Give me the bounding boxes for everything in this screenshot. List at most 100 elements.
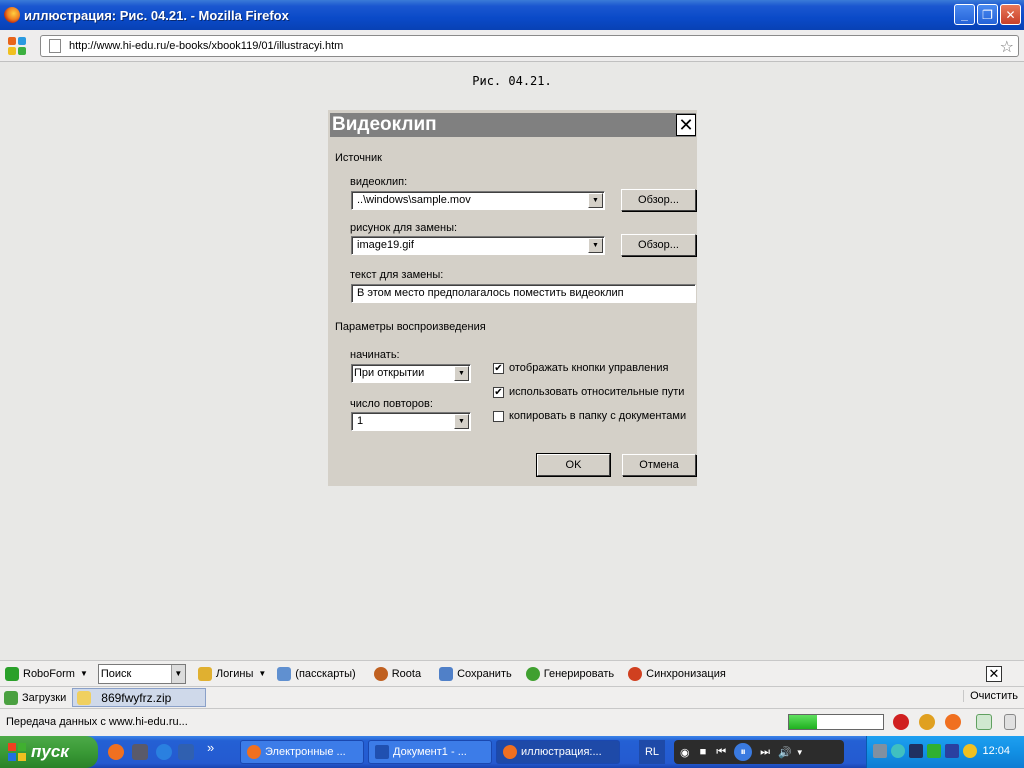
roota-button[interactable]: Roota: [373, 666, 421, 681]
videoclip-combo: ..\windows\sample.mov ▼: [351, 191, 605, 210]
videoclip-dialog-image: Видеоклип ✕ Источник видеоклип: ..\windo…: [328, 110, 697, 486]
app-quicklaunch-icon[interactable]: [132, 744, 148, 760]
repeat-value: 1: [357, 415, 364, 427]
close-toolbar-button[interactable]: ✕: [986, 666, 1002, 682]
generate-label: Генерировать: [543, 667, 615, 680]
passcards-button[interactable]: (пасскарты): [277, 666, 356, 681]
repeat-label: число повторов:: [350, 398, 433, 410]
address-bar[interactable]: http://www.hi-edu.ru/e-books/xbook119/01…: [40, 35, 1019, 57]
search-value[interactable]: Поиск: [101, 668, 131, 680]
start-value: При открытии: [354, 367, 425, 379]
copy-to-docs-label: копировать в папку с документами: [509, 410, 687, 422]
window-titlebar: иллюстрация: Рис. 04.21. - Mozilla Firef…: [0, 0, 1024, 30]
sync-button[interactable]: Синхронизация: [628, 666, 726, 681]
ie-quicklaunch-icon[interactable]: [156, 744, 172, 760]
chevron-down-icon[interactable]: ▼: [170, 664, 185, 683]
adblock-icon[interactable]: [893, 714, 909, 730]
volume-icon[interactable]: 🔊: [778, 746, 792, 759]
quicklaunch-overflow[interactable]: »: [207, 740, 214, 755]
roboform-tray-icon[interactable]: [927, 744, 941, 758]
start-label: пуск: [31, 742, 69, 761]
save-icon: [439, 666, 454, 681]
chevron-down-icon: ▼: [454, 366, 469, 381]
windows-flag-icon: [8, 743, 26, 761]
tray-app-icon[interactable]: [891, 744, 905, 758]
dialog-title-text: Видеоклип: [332, 114, 437, 135]
status-bar: Передача данных с www.hi-edu.ru...: [0, 708, 1024, 736]
firefox-quicklaunch-icon[interactable]: [108, 744, 124, 760]
task-label-0: Электронные ...: [265, 746, 346, 758]
minimize-button[interactable]: _: [954, 4, 975, 25]
pause-icon[interactable]: ⏸: [734, 743, 753, 761]
progress-fill: [789, 715, 818, 729]
downloads-label: Загрузки: [22, 691, 67, 704]
media-player-toolbar: ◉ ■ ⏮ ⏸ ⏭ 🔊 ▼: [674, 740, 844, 764]
chevron-down-icon: ▼: [588, 193, 603, 208]
firefox-task-icon: [503, 745, 517, 759]
antivirus-icon[interactable]: [963, 744, 977, 758]
firefox-task-icon: [247, 745, 261, 759]
task-button-0[interactable]: Электронные ...: [240, 740, 364, 764]
start-button[interactable]: пуск: [0, 736, 98, 768]
show-controls-checkbox: ✔: [493, 363, 504, 374]
speed-dial-icon[interactable]: [8, 37, 26, 55]
generate-button[interactable]: Генерировать: [525, 666, 615, 681]
downloads-tab[interactable]: Загрузки: [4, 690, 67, 705]
monitor-icon[interactable]: [909, 744, 923, 758]
figure-caption: Рис. 04.21.: [472, 74, 552, 88]
clock: 12:04: [982, 745, 1010, 757]
sync-label: Синхронизация: [646, 667, 726, 680]
resize-grip-icon[interactable]: [1004, 714, 1016, 730]
relative-paths-label: использовать относительные пути: [509, 386, 685, 398]
download-item[interactable]: 869fwyfrz.zip: [72, 688, 207, 707]
stop-icon[interactable]: ■: [700, 746, 707, 758]
chevron-down-icon: ▼: [79, 669, 88, 678]
roboform-menu[interactable]: RoboForm ▼: [5, 666, 88, 681]
start-combo: При открытии ▼: [351, 364, 471, 383]
page-action-icon[interactable]: [976, 714, 992, 730]
save-button[interactable]: Сохранить: [439, 666, 512, 681]
chevron-down-icon[interactable]: ▼: [796, 748, 804, 757]
smiley-icon[interactable]: [919, 714, 935, 730]
replacement-text-value: В этом место предполагалось поместить ви…: [357, 287, 624, 299]
chevron-down-icon: ▼: [258, 669, 267, 678]
logins-label: Логины: [215, 667, 254, 680]
roboform-label: RoboForm: [23, 667, 75, 680]
save-label: Сохранить: [457, 667, 512, 680]
task-button-2[interactable]: иллюстрация:...: [496, 740, 620, 764]
roboform-toolbar: RoboForm ▼ Поиск ▼ Логины ▼ (пасскарты) …: [0, 660, 1024, 686]
network-icon[interactable]: [873, 744, 887, 758]
next-icon[interactable]: ⏭: [760, 746, 770, 759]
logins-menu[interactable]: Логины ▼: [197, 666, 267, 681]
clear-downloads-button[interactable]: Очистить: [963, 690, 1018, 702]
show-desktop-icon[interactable]: [178, 744, 194, 760]
url-text[interactable]: http://www.hi-edu.ru/e-books/xbook119/01…: [69, 40, 343, 52]
dialog-title: Видеоклип ✕: [330, 113, 696, 137]
repeat-combo: 1 ▼: [351, 412, 471, 431]
star-icon[interactable]: ☆: [1000, 37, 1014, 57]
videoclip-label: видеоклип:: [350, 176, 408, 188]
start-label: начинать:: [350, 349, 400, 361]
roboform-search[interactable]: Поиск ▼: [97, 663, 186, 684]
language-indicator[interactable]: RL: [639, 740, 665, 764]
close-window-button[interactable]: ✕: [1000, 4, 1021, 25]
chevron-down-icon: ▼: [588, 238, 603, 253]
firefox-icon: [4, 7, 20, 23]
thumbs-up-icon: [197, 666, 212, 681]
status-text: Передача данных с www.hi-edu.ru...: [6, 716, 188, 728]
task-label-1: Документ1 - ...: [393, 746, 467, 758]
security-icon[interactable]: [945, 744, 959, 758]
task-button-1[interactable]: Документ1 - ...: [368, 740, 492, 764]
copy-to-docs-checkbox: [493, 411, 504, 422]
passcards-label: (пасскарты): [295, 667, 356, 680]
taskbar: пуск » Электронные ... Документ1 - ... и…: [0, 736, 1024, 768]
restore-button[interactable]: ❐: [977, 4, 998, 25]
previous-icon[interactable]: ⏮: [716, 746, 726, 759]
system-tray: 12:04: [866, 736, 1024, 768]
task-label-2: иллюстрация:...: [521, 746, 602, 758]
media-logo-icon: ◉: [680, 746, 690, 759]
firefox-addon-icon[interactable]: [945, 714, 961, 730]
page-icon: [49, 39, 61, 53]
passcards-icon: [277, 666, 292, 681]
videoclip-value: ..\windows\sample.mov: [357, 194, 471, 206]
